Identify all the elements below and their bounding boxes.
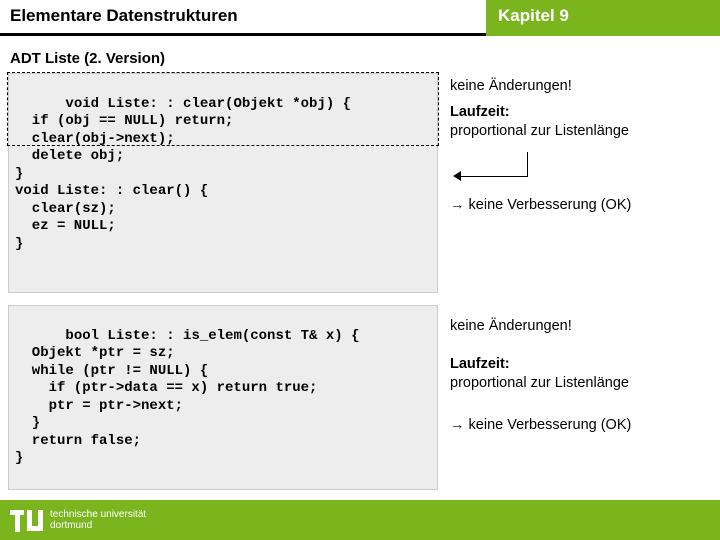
- slide-footer: technische universität dortmund: [0, 500, 720, 540]
- runtime-label: Laufzeit:: [450, 356, 510, 372]
- annotation-1: keine Änderungen! Laufzeit: proportional…: [450, 73, 712, 293]
- runtime-text: proportional zur Listenlänge: [450, 375, 629, 391]
- header-title: Elementare Datenstrukturen: [0, 0, 486, 36]
- runtime-label: Laufzeit:: [450, 104, 510, 120]
- no-change-note: keine Änderungen!: [450, 317, 712, 337]
- runtime-text: proportional zur Listenlänge: [450, 123, 629, 139]
- no-change-note: keine Änderungen!: [450, 77, 712, 97]
- uni-line2: dortmund: [50, 520, 146, 531]
- conclusion: → keine Verbesserung (OK): [450, 416, 712, 436]
- slide-content: ADT Liste (2. Version) void Liste: : cle…: [0, 36, 720, 490]
- slide-header: Elementare Datenstrukturen Kapitel 9: [0, 0, 720, 36]
- runtime-note: Laufzeit: proportional zur Listenlänge: [450, 355, 712, 394]
- conclusion: → keine Verbesserung (OK): [450, 196, 712, 216]
- runtime-note: Laufzeit: proportional zur Listenlänge: [450, 103, 712, 142]
- code-block-clear: void Liste: : clear(Objekt *obj) { if (o…: [8, 73, 438, 293]
- tu-logo: technische universität dortmund: [10, 506, 146, 534]
- arrow-icon: [450, 148, 712, 188]
- block-2: bool Liste: : is_elem(const T& x) { Obje…: [8, 305, 712, 490]
- block-1: void Liste: : clear(Objekt *obj) { if (o…: [8, 73, 712, 293]
- code-block-iselem: bool Liste: : is_elem(const T& x) { Obje…: [8, 305, 438, 490]
- header-chapter: Kapitel 9: [486, 0, 720, 36]
- tu-logo-icon: [10, 506, 44, 534]
- subtitle: ADT Liste (2. Version): [10, 50, 712, 67]
- code-text: bool Liste: : is_elem(const T& x) { Obje…: [15, 328, 359, 467]
- tu-logo-text: technische universität dortmund: [50, 509, 146, 531]
- annotation-2: keine Änderungen! Laufzeit: proportional…: [450, 305, 712, 490]
- uni-line1: technische universität: [50, 509, 146, 520]
- code-text: void Liste: : clear(Objekt *obj) { if (o…: [15, 96, 351, 252]
